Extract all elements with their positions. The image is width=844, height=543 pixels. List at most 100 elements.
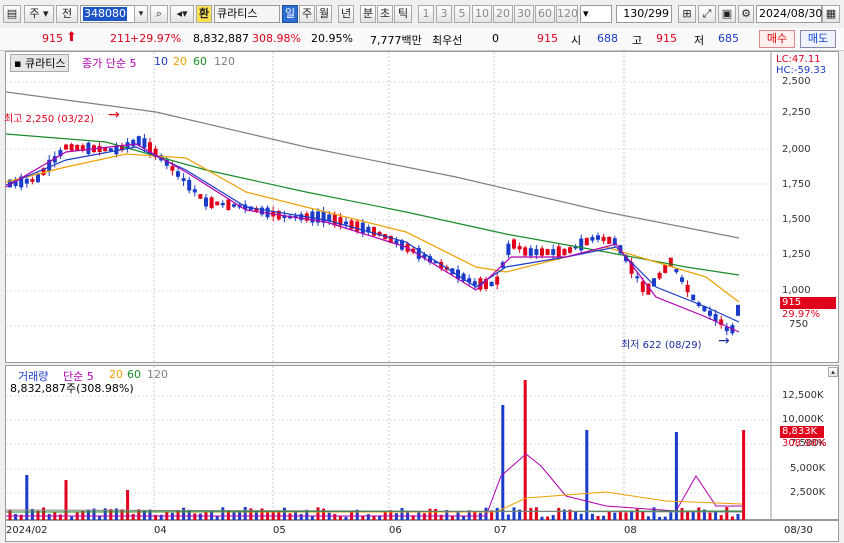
interval-10[interactable]: 10 [472,5,492,23]
volume-value: 8,832,887 [193,32,249,45]
candle [265,207,270,218]
candle [372,227,376,236]
prev-button[interactable]: 전 [56,5,78,23]
pref-label: 최우선 [432,34,463,47]
count-field[interactable]: 130/299 [616,5,672,23]
panel-collapse-icon[interactable]: ▴ [828,367,838,377]
code-dropdown-icon[interactable]: ▾ [134,5,148,23]
volume-bar [697,507,701,520]
y-tick: 1,750 [782,179,811,190]
exchange-button[interactable]: 환 [196,5,212,23]
period-second[interactable]: 초 [377,5,393,23]
candle [355,221,360,232]
save-icon[interactable]: ▣ [718,5,736,23]
candle [226,199,231,211]
volume-bar [64,480,68,520]
x-label: 04 [154,525,167,536]
zoom-icon[interactable]: ⤢ [698,5,716,23]
date-field[interactable]: 2024/08/30 [756,5,822,23]
ma60-label: 60 [193,55,207,68]
calendar-icon[interactable]: ▦ [822,5,840,23]
type-select[interactable]: 주 ▾ [24,5,54,23]
volume-bar [394,513,398,520]
candle [260,207,264,215]
candle [181,178,186,182]
candle [75,145,80,151]
candle [680,277,684,282]
volume-bar [585,430,589,520]
gear-icon[interactable]: ⚙ [738,5,754,23]
interval-30[interactable]: 30 [514,5,534,23]
y-tick: 1,000 [782,285,811,296]
high-note: 최고 2,250 (03/22) [4,114,95,125]
stock-name-field: 큐라티스 [214,5,280,23]
volume-bar [434,508,438,520]
volume-bar [512,507,516,520]
candle [528,248,533,256]
buy-button[interactable]: 매수 [759,30,795,48]
search-icon[interactable]: ⌕ [150,5,168,23]
last-price-tag: 915 [780,297,836,309]
interval-5[interactable]: 5 [454,5,470,23]
volume-bar [607,511,611,520]
ma10-label: 10 [154,55,168,68]
low-value: 685 [718,32,739,45]
candle [506,243,511,255]
volume-bar [641,511,645,520]
custom-interval-select[interactable]: ▾ [580,5,612,23]
price-chart-panel[interactable]: ▪ 큐라티스 종가 단순 5 10 20 60 120 LC:47.11 HC:… [4,51,839,364]
volume-chart-panel[interactable]: 거래량 단순 5 20 60 120 8,832,887주(308.98%) ▴… [5,365,839,521]
candle [86,142,91,154]
candle [215,201,220,206]
candle [674,269,679,273]
grid-icon[interactable]: ⊞ [678,5,696,23]
y-tick: 2,500 [782,76,811,87]
candle [540,248,544,256]
toolbar: ▤ 주 ▾ 전 348080 ▾ ⌕ ◂▾ 환 큐라티스 일 주 월 년 분 초… [0,0,844,29]
period-month[interactable]: 월 [316,5,332,23]
sound-icon[interactable]: ◂▾ [170,5,194,23]
volume-bar [30,508,34,520]
candle [545,249,550,255]
amount-value: 7,777백만 [370,34,422,47]
volume-bar [25,475,29,520]
vy-tick: 2,500K [790,487,826,498]
hc-label: HC:-59.33 [776,65,827,76]
candle [332,214,337,226]
period-minute[interactable]: 분 [360,5,376,23]
y-tick: 1,500 [782,214,811,225]
candle [232,204,236,207]
low-arrow-icon: → [718,333,730,349]
volume-bar [714,511,718,520]
volume-bar [557,507,561,520]
interval-20[interactable]: 20 [493,5,513,23]
period-day[interactable]: 일 [282,5,298,23]
last-volume-pct: 308.98% [782,438,827,449]
vy-tick: 12,500K [782,390,824,401]
interval-60[interactable]: 60 [535,5,555,23]
volume-bar [613,512,617,520]
ma5-label: 5 [129,57,137,70]
up-arrow-icon: ⬆ [66,30,77,45]
period-year[interactable]: 년 [338,5,354,23]
candle [562,248,567,256]
volume-bar [182,507,186,520]
candle [579,238,584,251]
candle [736,305,740,316]
interval-3[interactable]: 3 [436,5,452,23]
price-value: 915 [42,32,63,45]
high-label: 고 [632,34,643,47]
period-week[interactable]: 주 [299,5,315,23]
interval-1[interactable]: 1 [418,5,434,23]
period-tick[interactable]: 틱 [394,5,412,23]
turnover-value: 20.95% [311,32,353,45]
sell-button[interactable]: 매도 [800,30,836,48]
y-tick: 2,000 [782,144,811,155]
volume-bar [708,512,712,520]
chart-menu-icon[interactable]: ▤ [3,5,21,23]
volume-bar [243,507,247,520]
candle [590,237,595,241]
interval-120[interactable]: 120 [556,5,578,23]
x-axis: 2024/02 04 05 06 07 08 08/30 [5,520,839,542]
candle [108,148,113,152]
